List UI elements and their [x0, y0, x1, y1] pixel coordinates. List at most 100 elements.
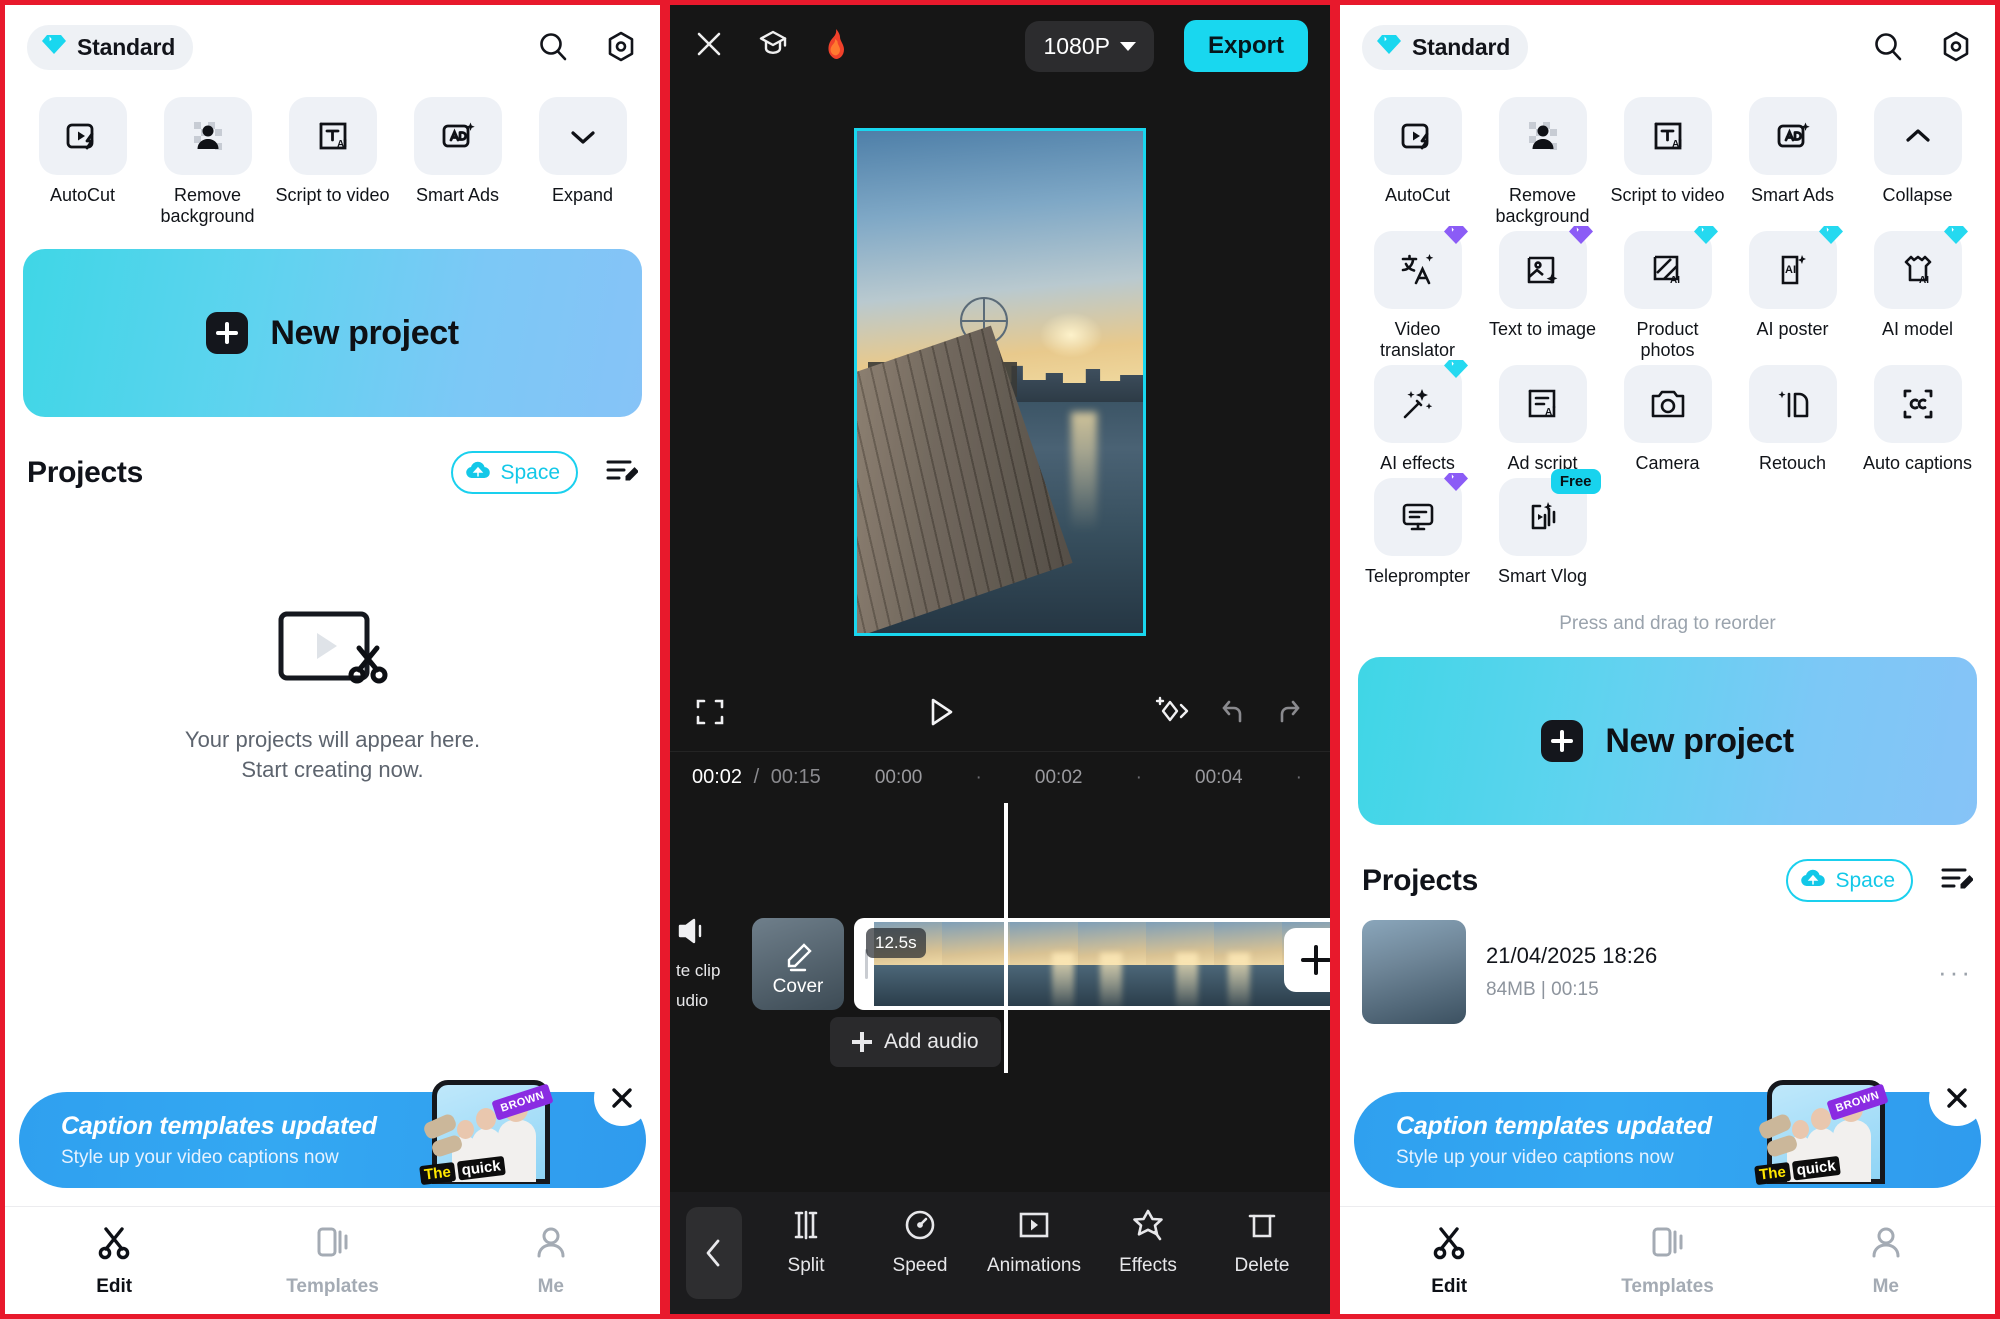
bottom-tabbar: Edit Templates Me: [5, 1206, 660, 1314]
tool-ai-model[interactable]: AI AI model: [1858, 231, 1977, 361]
new-project-button[interactable]: New project: [1358, 657, 1977, 825]
timeline-area[interactable]: te clip udio Cover: [670, 803, 1330, 1163]
toolbar-item-split[interactable]: Split: [764, 1206, 848, 1277]
sort-edit-icon[interactable]: [1939, 863, 1973, 898]
tool-tile: [1374, 478, 1462, 556]
search-icon[interactable]: [1871, 30, 1905, 64]
tool-remove-background[interactable]: Remove background: [1483, 97, 1602, 227]
tab-edit[interactable]: Edit: [1340, 1223, 1558, 1298]
toolbar-item-speed[interactable]: Speed: [878, 1206, 962, 1277]
toolbar-item-animations[interactable]: Animations: [992, 1206, 1076, 1277]
toolbar-back-button[interactable]: [686, 1207, 742, 1299]
tool-script-to-video[interactable]: AI Script to video: [1608, 97, 1727, 227]
bottom-tabbar: Edit Templates Me: [1340, 1206, 1995, 1314]
plan-badge[interactable]: Standard: [27, 25, 193, 70]
tool-script-to-video[interactable]: AI Script to video: [273, 97, 392, 227]
tool-autocut[interactable]: AutoCut: [1358, 97, 1477, 227]
video-clip[interactable]: 12.5s: [854, 918, 1330, 1010]
header-actions: [1871, 30, 1973, 64]
search-icon[interactable]: [536, 30, 570, 64]
promo-tag-the: The: [419, 1162, 456, 1185]
tool-camera[interactable]: Camera: [1608, 365, 1727, 474]
ruler-mark: ·: [975, 767, 981, 789]
tool-product-photos[interactable]: AI Product photos: [1608, 231, 1727, 361]
mute-label-line-1: te clip: [676, 960, 748, 982]
tool-smart-vlog[interactable]: Free Smart Vlog: [1483, 478, 1602, 587]
toolbar-item-effects[interactable]: Effects: [1106, 1206, 1190, 1277]
clip-frame: [1214, 922, 1282, 1006]
more-dots-icon[interactable]: ···: [1938, 957, 1973, 988]
fullscreen-icon[interactable]: [694, 696, 726, 733]
projects-header: Projects Space: [5, 417, 660, 494]
tool-auto-captions[interactable]: Auto captions: [1858, 365, 1977, 474]
tab-label: Templates: [1621, 1276, 1714, 1298]
timecode: 00:02 / 00:15: [692, 766, 821, 789]
video-preview[interactable]: [854, 128, 1146, 636]
svg-text:AI: AI: [1785, 264, 1796, 276]
tab-me[interactable]: Me: [1777, 1223, 1995, 1298]
tab-edit[interactable]: Edit: [5, 1223, 223, 1298]
templates-icon: [313, 1223, 351, 1266]
tool-smart-ads[interactable]: Smart Ads: [1733, 97, 1852, 227]
tab-templates[interactable]: Templates: [223, 1223, 441, 1298]
tool-autocut[interactable]: AutoCut: [23, 97, 142, 227]
plus-icon: [206, 312, 248, 354]
add-keyframe-icon[interactable]: [1154, 695, 1194, 734]
gear-icon[interactable]: [604, 30, 638, 64]
tool-label: Camera: [1635, 453, 1699, 474]
promo-close-button[interactable]: [1929, 1070, 1985, 1126]
promo-close-button[interactable]: [594, 1070, 650, 1126]
sort-edit-icon[interactable]: [604, 455, 638, 490]
resolution-selector[interactable]: 1080P: [1025, 21, 1154, 72]
tool-smart-ads[interactable]: Smart Ads: [398, 97, 517, 227]
clip-duration-badge: 12.5s: [866, 928, 926, 958]
empty-line-2: Start creating now.: [185, 755, 480, 785]
tool-ai-poster[interactable]: AI AI poster: [1733, 231, 1852, 361]
promo-text: Caption templates updated Style up your …: [1354, 1112, 1712, 1169]
project-list-item[interactable]: 21/04/2025 18:26 84MB | 00:15 ···: [1340, 902, 1995, 1024]
tool-ad-script[interactable]: AI Ad script: [1483, 365, 1602, 474]
space-button[interactable]: Space: [451, 451, 578, 494]
person-icon: [532, 1223, 570, 1266]
premium-gem-badge: [1568, 224, 1594, 246]
tool-retouch[interactable]: Retouch: [1733, 365, 1852, 474]
new-project-button[interactable]: New project: [23, 249, 642, 417]
gear-icon[interactable]: [1939, 30, 1973, 64]
flame-icon[interactable]: [820, 27, 850, 66]
tool-tile: AI: [1874, 231, 1962, 309]
promo-banner[interactable]: Caption templates updated Style up your …: [19, 1092, 646, 1188]
tool-ai-effects[interactable]: AI effects: [1358, 365, 1477, 474]
undo-icon[interactable]: [1216, 697, 1250, 732]
diamond-icon: [1376, 34, 1402, 61]
toolbar-item-delete[interactable]: Delete: [1220, 1206, 1304, 1277]
tool-label: Expand: [552, 185, 613, 206]
scissors-icon: [95, 1223, 133, 1266]
add-clip-button[interactable]: [1284, 928, 1330, 992]
add-audio-button[interactable]: Add audio: [830, 1017, 1001, 1067]
redo-icon[interactable]: [1272, 697, 1306, 732]
plan-badge[interactable]: Standard: [1362, 25, 1528, 70]
tab-me[interactable]: Me: [442, 1223, 660, 1298]
tool-text-to-image[interactable]: Text to image: [1483, 231, 1602, 361]
graduation-cap-icon[interactable]: [756, 27, 790, 66]
tool-teleprompter[interactable]: Teleprompter: [1358, 478, 1477, 587]
cover-button[interactable]: Cover: [752, 918, 844, 1010]
close-icon[interactable]: [692, 27, 726, 66]
promo-banner[interactable]: Caption templates updated Style up your …: [1354, 1092, 1981, 1188]
play-icon[interactable]: [922, 694, 958, 735]
tab-label: Me: [1873, 1276, 1899, 1298]
tool-collapse[interactable]: Collapse: [1858, 97, 1977, 227]
tool-video-translator[interactable]: Video translator: [1358, 231, 1477, 361]
tool-expand[interactable]: Expand: [523, 97, 642, 227]
tool-remove-background[interactable]: Remove background: [148, 97, 267, 227]
templates-icon: [1648, 1223, 1686, 1266]
export-button[interactable]: Export: [1184, 20, 1308, 72]
mute-clip-audio-button[interactable]: te clip udio: [670, 915, 748, 1012]
tab-templates[interactable]: Templates: [1558, 1223, 1776, 1298]
preview-sun: [1039, 312, 1103, 358]
editor-toolbar: Split Speed Animations Effects: [670, 1192, 1330, 1314]
tool-label: Script to video: [1610, 185, 1724, 206]
playhead[interactable]: [1004, 803, 1008, 1073]
ruler-marks: 00:00 · 00:02 · 00:04 ·: [821, 767, 1308, 789]
space-button[interactable]: Space: [1786, 859, 1913, 902]
